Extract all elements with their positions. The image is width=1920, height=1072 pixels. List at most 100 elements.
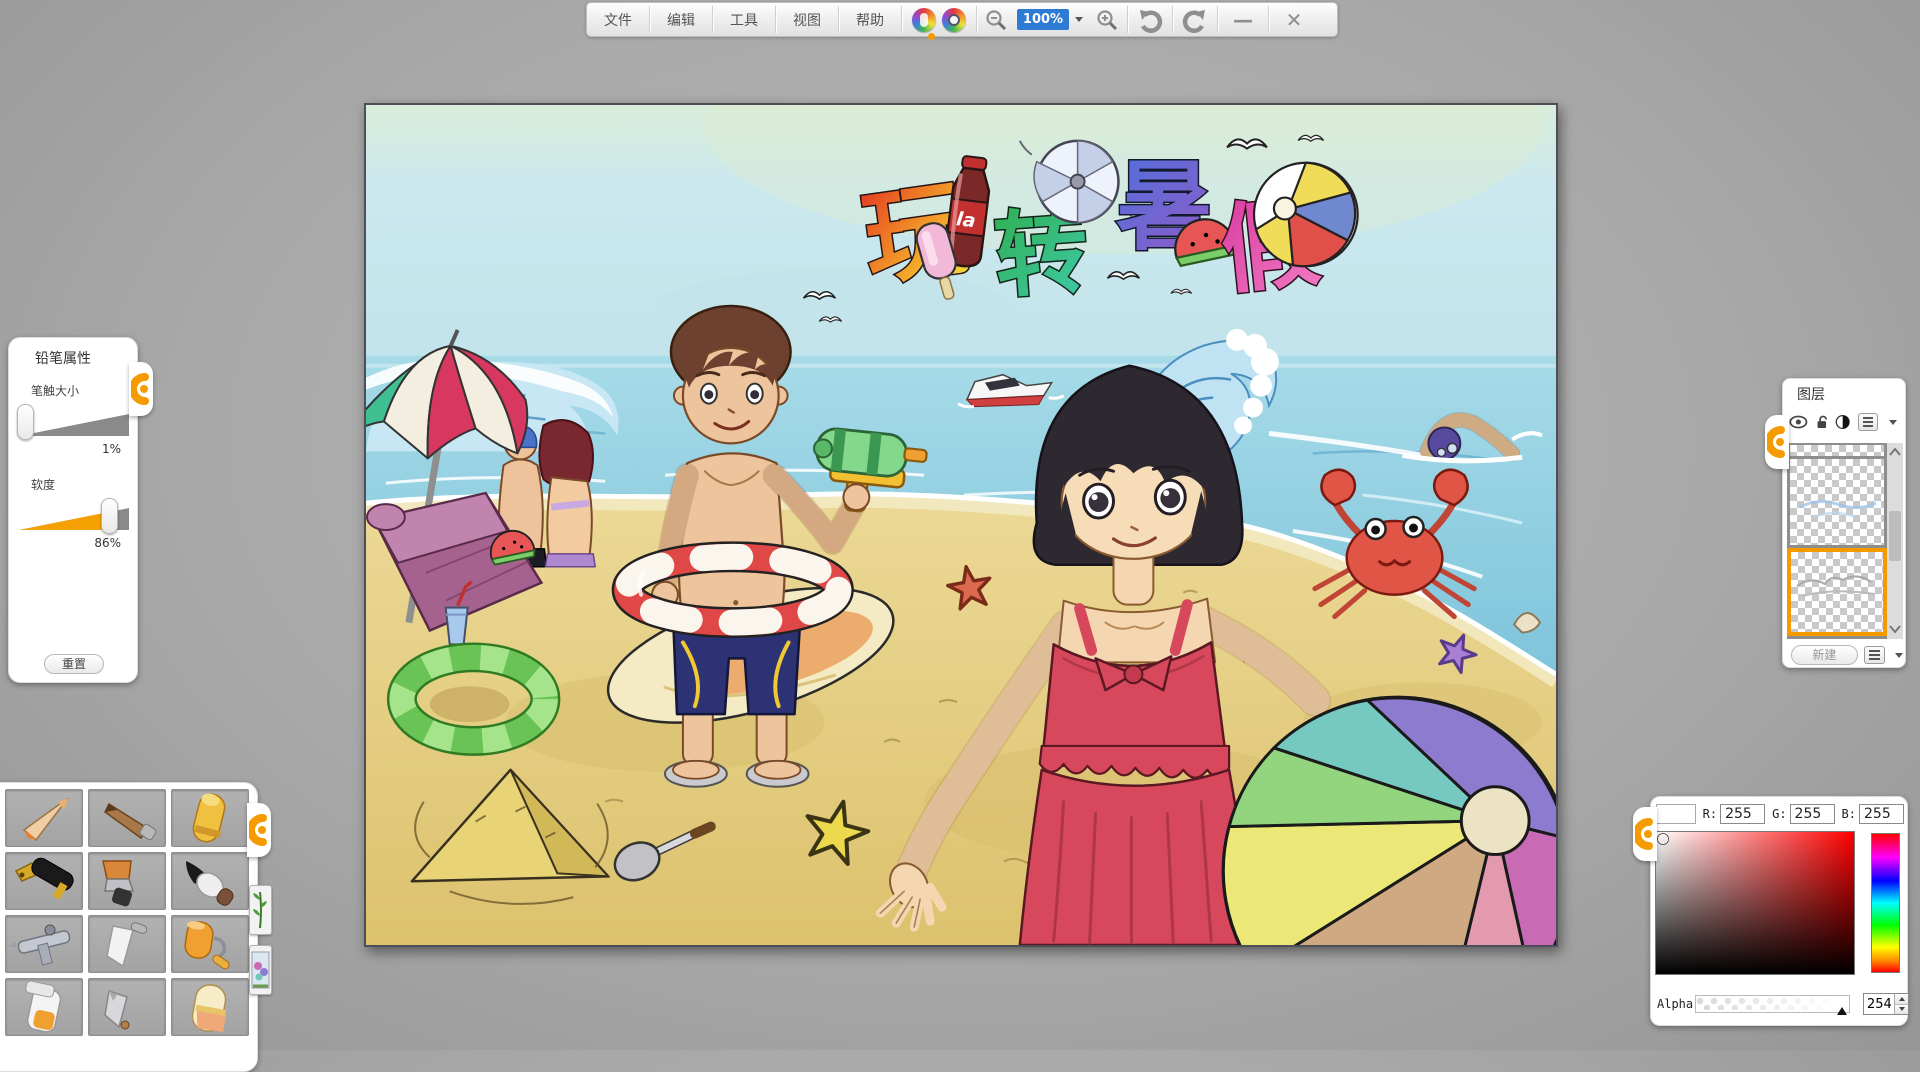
menu-help[interactable]: 帮助 bbox=[839, 3, 901, 36]
brush-ink-brush[interactable] bbox=[171, 852, 249, 910]
alpha-marker-icon[interactable] bbox=[1837, 1007, 1847, 1015]
current-color-swatch bbox=[1656, 804, 1696, 824]
layers-panel: 图层 bbox=[1782, 378, 1906, 668]
wood-pencil-icon bbox=[89, 790, 166, 847]
brush-paint-roller[interactable] bbox=[171, 915, 249, 973]
reset-button[interactable]: 重置 bbox=[44, 654, 104, 674]
brush-fountain-pen[interactable] bbox=[5, 852, 83, 910]
layer-options-button[interactable] bbox=[1864, 646, 1885, 664]
zoom-in-button[interactable] bbox=[1087, 3, 1127, 36]
zoom-level-value[interactable]: 100% bbox=[1017, 9, 1069, 30]
menu-view[interactable]: 视图 bbox=[776, 3, 838, 36]
layers-panel-tab[interactable] bbox=[1765, 415, 1789, 469]
color-wheel-icon[interactable] bbox=[942, 8, 966, 32]
brush-wood-pencil[interactable] bbox=[88, 789, 166, 847]
lock-icon[interactable] bbox=[1815, 413, 1829, 431]
brush-sharp-pencil[interactable] bbox=[5, 789, 83, 847]
paint-bottle-icon bbox=[6, 979, 83, 1036]
brush-eraser[interactable] bbox=[171, 978, 249, 1036]
flower-picture-icon bbox=[250, 946, 271, 994]
panel-grip-icon bbox=[1767, 422, 1787, 462]
scrollbar-thumb[interactable] bbox=[1889, 511, 1901, 561]
brush-palette-knife[interactable] bbox=[88, 915, 166, 973]
sv-cursor[interactable] bbox=[1658, 834, 1668, 844]
scroll-down-icon[interactable] bbox=[1887, 621, 1903, 637]
layer-item-sketch[interactable] bbox=[1790, 459, 1884, 545]
alpha-spin-up[interactable] bbox=[1895, 994, 1908, 1005]
eraser-icon bbox=[172, 979, 249, 1036]
layer-list bbox=[1787, 443, 1903, 639]
brush-flat-brush[interactable] bbox=[88, 852, 166, 910]
layers-title: 图层 bbox=[1797, 384, 1825, 404]
brush-size-slider[interactable] bbox=[17, 404, 131, 442]
brush-airbrush[interactable] bbox=[5, 915, 83, 973]
saturation-value-square[interactable] bbox=[1655, 831, 1855, 975]
close-button[interactable]: ✕ bbox=[1269, 3, 1319, 36]
brush-knife[interactable] bbox=[88, 978, 166, 1036]
softness-thumb[interactable] bbox=[101, 498, 118, 534]
brush-panel-tab[interactable] bbox=[247, 803, 271, 857]
panel-grip-icon bbox=[131, 369, 151, 409]
paint-roller-icon bbox=[172, 916, 249, 973]
g-input[interactable] bbox=[1790, 804, 1835, 824]
brush-size-value: 1% bbox=[102, 442, 121, 456]
r-input[interactable] bbox=[1720, 804, 1765, 824]
alpha-spin-down[interactable] bbox=[1895, 1005, 1908, 1015]
alpha-row: Alpha bbox=[1655, 993, 1905, 1017]
color-panel-tab[interactable] bbox=[1633, 807, 1657, 861]
r-label: R: bbox=[1703, 807, 1717, 821]
brush-paint-bottle[interactable] bbox=[5, 978, 83, 1036]
blend-contrast-icon[interactable] bbox=[1835, 413, 1850, 431]
new-layer-button[interactable]: 新建 bbox=[1791, 645, 1858, 665]
pencil-properties-panel: 铅笔属性 笔触大小 1% 软度 86% 重置 bbox=[8, 337, 138, 683]
plant-brush-preset-button[interactable] bbox=[249, 885, 272, 935]
texture-brush-preset-button[interactable] bbox=[249, 945, 272, 995]
b-input[interactable] bbox=[1859, 804, 1904, 824]
redo-button[interactable] bbox=[1173, 3, 1217, 36]
brush-crayon[interactable] bbox=[171, 789, 249, 847]
layer-lineart-preview bbox=[1791, 552, 1883, 632]
brush-grid bbox=[5, 789, 249, 1036]
alpha-input[interactable] bbox=[1864, 994, 1894, 1014]
ink-brush-icon bbox=[172, 853, 249, 910]
rgb-row: R: G: B: bbox=[1656, 803, 1904, 825]
undo-button[interactable] bbox=[1128, 3, 1172, 36]
layer-scrollbar[interactable] bbox=[1887, 443, 1903, 639]
brush-size-thumb[interactable] bbox=[17, 404, 34, 440]
visibility-eye-icon[interactable] bbox=[1789, 414, 1808, 430]
airbrush-icon bbox=[6, 916, 83, 973]
layer-item-selected[interactable] bbox=[1787, 548, 1887, 636]
plant-icon bbox=[250, 886, 271, 934]
hue-bar[interactable] bbox=[1871, 833, 1900, 973]
alpha-slider[interactable] bbox=[1695, 995, 1850, 1013]
layer-menu-caret-icon[interactable] bbox=[1889, 420, 1897, 425]
zoom-dropdown-icon[interactable] bbox=[1075, 17, 1083, 22]
canvas[interactable]: 玩 la 转 暑 假 bbox=[364, 103, 1558, 947]
color-picker-panel: R: G: B: Alpha bbox=[1650, 796, 1908, 1026]
menu-edit[interactable]: 编辑 bbox=[650, 3, 712, 36]
alpha-value-box bbox=[1863, 993, 1909, 1015]
softness-label: 软度 bbox=[31, 476, 55, 493]
panel-grip-icon bbox=[249, 810, 269, 850]
b-label: B: bbox=[1842, 807, 1856, 821]
menu-file[interactable]: 文件 bbox=[587, 3, 649, 36]
knife-icon bbox=[89, 979, 166, 1036]
layer-options-caret-icon[interactable] bbox=[1895, 653, 1903, 658]
sharp-pencil-icon bbox=[6, 790, 83, 847]
bottle-label: la bbox=[955, 208, 977, 232]
brush-palette-panel bbox=[0, 782, 258, 1072]
layer-menu-button[interactable] bbox=[1858, 413, 1878, 431]
zoom-out-icon bbox=[984, 8, 1008, 32]
menu-tools[interactable]: 工具 bbox=[713, 3, 775, 36]
zoom-in-icon bbox=[1095, 8, 1119, 32]
minimize-button[interactable]: — bbox=[1218, 3, 1268, 36]
zoom-out-button[interactable] bbox=[977, 3, 1015, 36]
layer-item-top[interactable] bbox=[1790, 445, 1884, 456]
softness-slider[interactable] bbox=[17, 498, 131, 536]
alpha-spinner bbox=[1894, 994, 1908, 1014]
pencil-panel-tab[interactable] bbox=[129, 362, 153, 416]
undo-icon bbox=[1137, 7, 1163, 33]
scroll-up-icon[interactable] bbox=[1887, 445, 1903, 461]
g-label: G: bbox=[1772, 807, 1786, 821]
color-splash-icon[interactable] bbox=[912, 8, 936, 32]
